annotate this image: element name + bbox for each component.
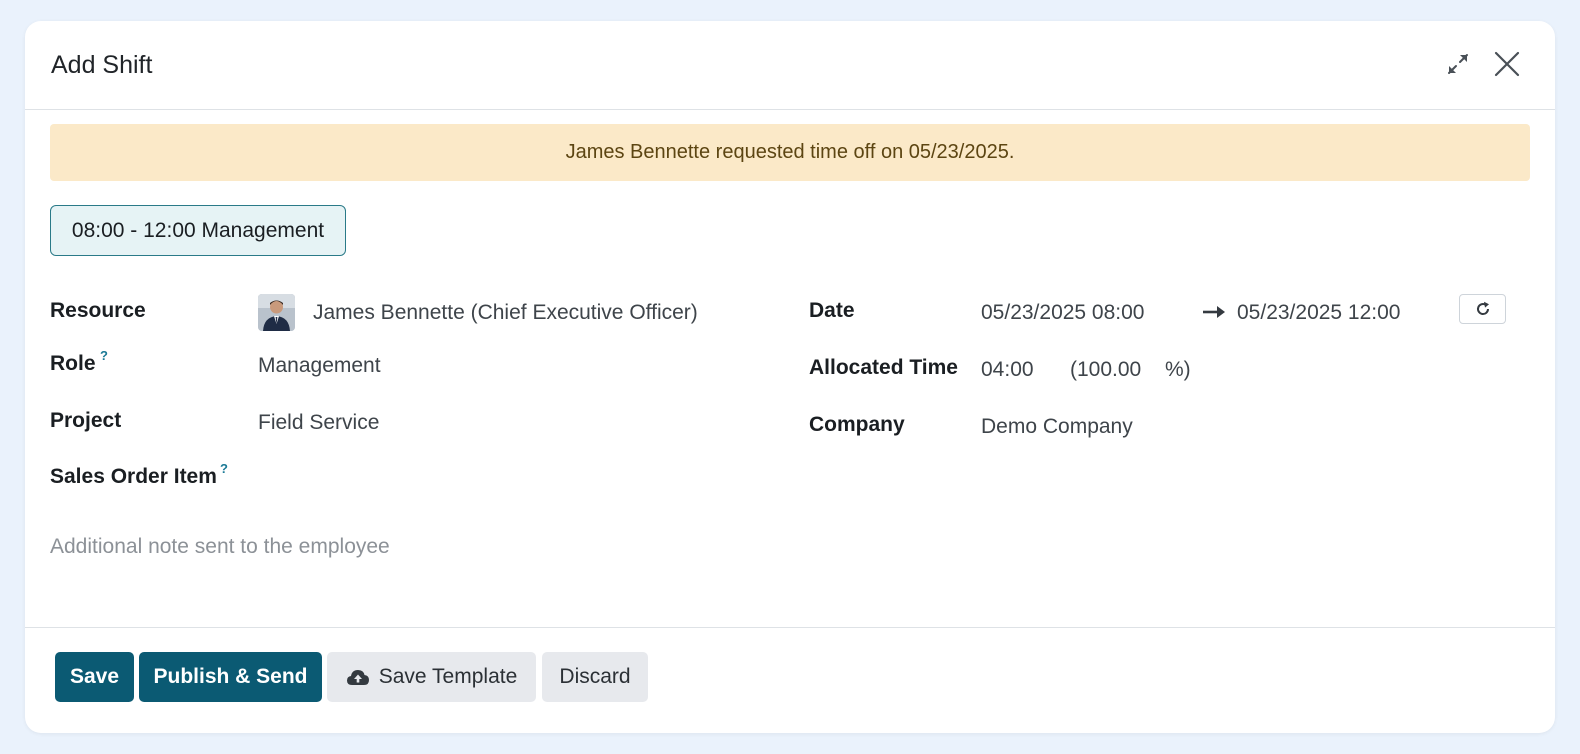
publish-send-button[interactable]: Publish & Send	[139, 652, 322, 702]
allocated-hours-field[interactable]: 04:00	[981, 358, 1034, 382]
date-label: Date	[809, 299, 855, 322]
time-off-alert: James Bennette requested time off on 05/…	[50, 124, 1530, 181]
start-date-field[interactable]: 05/23/2025 08:00	[981, 301, 1145, 325]
avatar	[258, 294, 295, 331]
discard-button[interactable]: Discard	[542, 652, 648, 702]
dialog-footer: Save Publish & Send Save Template Discar…	[25, 627, 1555, 733]
resource-field[interactable]: James Bennette (Chief Executive Officer)	[313, 301, 698, 325]
project-label: Project	[50, 409, 122, 432]
resource-label: Resource	[50, 299, 146, 322]
shift-template-button[interactable]: 08:00 - 12:00 Management	[50, 205, 346, 256]
save-button[interactable]: Save	[55, 652, 134, 702]
refresh-icon	[1476, 301, 1489, 315]
alert-text: James Bennette requested time off on 05/…	[565, 141, 1015, 163]
sales-order-item-field[interactable]	[258, 465, 738, 491]
save-template-label: Save Template	[378, 665, 518, 688]
company-label: Company	[809, 413, 905, 436]
close-icon[interactable]	[1493, 50, 1521, 78]
dialog-header: Add Shift	[25, 21, 1555, 110]
role-field[interactable]: Management	[258, 354, 381, 378]
project-field[interactable]: Field Service	[258, 411, 379, 435]
arrow-right-icon	[1203, 306, 1225, 318]
sales-order-item-help-tooltip[interactable]: ?	[220, 461, 228, 476]
refresh-dates-button[interactable]	[1459, 294, 1506, 324]
cloud-upload-icon	[346, 670, 369, 685]
employee-note-field[interactable]	[50, 535, 750, 559]
role-help-tooltip[interactable]: ?	[100, 348, 108, 363]
percent-sign: %)	[1165, 358, 1191, 381]
allocated-percentage-field[interactable]: (100.00	[1070, 358, 1141, 382]
role-label: Role	[50, 352, 96, 375]
dialog-title: Add Shift	[51, 51, 153, 79]
expand-icon[interactable]	[1446, 52, 1470, 76]
end-date-field[interactable]: 05/23/2025 12:00	[1237, 301, 1401, 325]
allocated-time-label: Allocated Time	[809, 356, 958, 379]
sales-order-item-label: Sales Order Item	[50, 465, 217, 488]
company-field[interactable]: Demo Company	[981, 415, 1133, 439]
save-template-button[interactable]: Save Template	[327, 652, 536, 702]
add-shift-dialog: Add Shift James Bennette requested time …	[25, 21, 1555, 733]
